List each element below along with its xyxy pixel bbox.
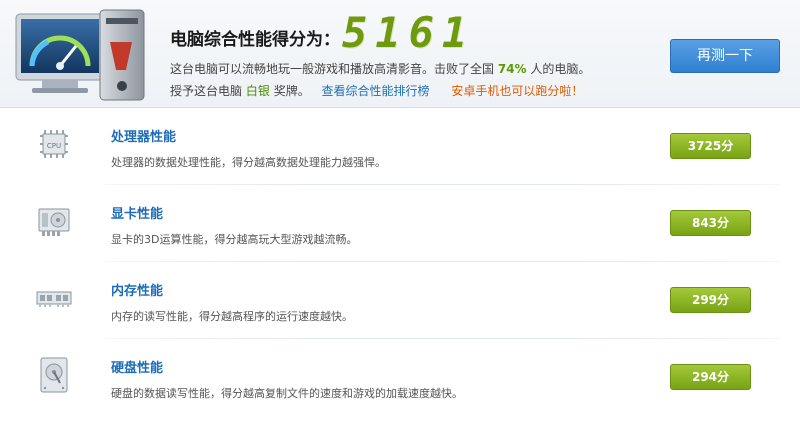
- award-line: 授予这台电脑 白银 奖牌。 查看综合性能排行榜 安卓手机也可以跑分啦！: [170, 82, 583, 99]
- item-description: 硬盘的数据读写性能，得分越高复制文件的速度和游戏的加载速度越快。: [111, 387, 463, 400]
- item-description: 显卡的3D运算性能，得分越高玩大型游戏越流畅。: [111, 233, 358, 246]
- desc-suffix: 人的电脑。: [530, 62, 591, 76]
- beat-percentage: 74%: [497, 62, 527, 76]
- medal-level: 白银: [245, 84, 270, 98]
- ranking-link[interactable]: 查看综合性能排行榜: [322, 84, 430, 98]
- monitor-speedometer-icon: [15, 9, 145, 101]
- item-score-badge: 843分: [670, 210, 751, 236]
- item-title[interactable]: 内存性能: [111, 280, 163, 299]
- award-suffix: 奖牌。: [273, 84, 310, 98]
- hard-disk-icon: [40, 357, 68, 393]
- item-description: 处理器的数据处理性能，得分越高数据处理能力越强悍。: [111, 156, 386, 169]
- item-title[interactable]: 硬盘性能: [111, 357, 163, 376]
- list-item-memory: 内存性能 内存的读写性能，得分越高程序的运行速度越快。 299分: [0, 262, 800, 339]
- svg-text:CPU: CPU: [47, 142, 61, 150]
- item-title[interactable]: 显卡性能: [111, 203, 163, 222]
- overall-score: 5161: [342, 8, 476, 57]
- item-score-badge: 294分: [670, 364, 751, 390]
- graphics-card-icon: [38, 208, 70, 236]
- mobile-benchmark-link[interactable]: 安卓手机也可以跑分啦！: [451, 84, 583, 98]
- item-title[interactable]: 处理器性能: [111, 126, 176, 145]
- score-title: 电脑综合性能得分为：: [170, 30, 340, 50]
- item-score-badge: 3725分: [670, 133, 751, 159]
- list-item-cpu: CPU 处理器性能 处理器的数据处理性能，得分越高数据处理能力越强悍。 3725…: [0, 108, 800, 185]
- score-description: 这台电脑可以流畅地玩一般游戏和播放高清影音。击败了全国 74% 人的电脑。: [170, 60, 590, 77]
- desc-prefix: 这台电脑可以流畅地玩一般游戏和播放高清影音。击败了全国: [170, 62, 495, 76]
- benchmark-header: 电脑综合性能得分为： 5161 这台电脑可以流畅地玩一般游戏和播放高清影音。击败…: [0, 0, 800, 108]
- memory-icon: [36, 291, 72, 307]
- item-description: 内存的读写性能，得分越高程序的运行速度越快。: [111, 310, 353, 323]
- item-score-badge: 299分: [670, 287, 751, 313]
- award-prefix: 授予这台电脑: [170, 84, 243, 98]
- list-item-disk: 硬盘性能 硬盘的数据读写性能，得分越高复制文件的速度和游戏的加载速度越快。 29…: [0, 339, 800, 416]
- retest-button[interactable]: 再测一下: [670, 39, 780, 73]
- cpu-icon: CPU: [40, 130, 68, 158]
- performance-list: CPU 处理器性能 处理器的数据处理性能，得分越高数据处理能力越强悍。 3725…: [0, 108, 800, 423]
- list-item-graphics: 显卡性能 显卡的3D运算性能，得分越高玩大型游戏越流畅。 843分: [0, 185, 800, 262]
